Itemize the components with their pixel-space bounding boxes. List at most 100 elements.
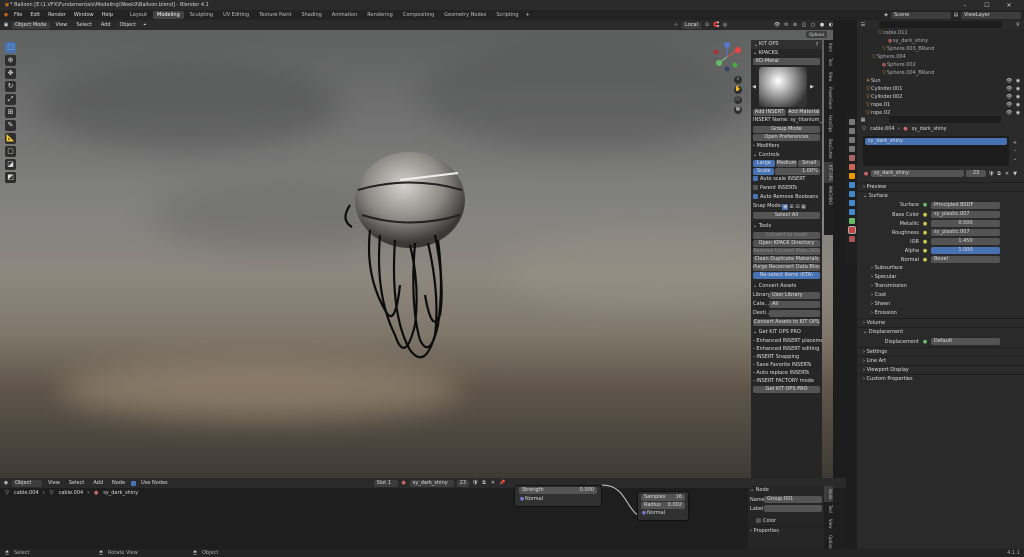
library-dropdown[interactable]: User Library: [769, 292, 820, 299]
help-icon[interactable]: ?: [814, 42, 820, 48]
eye-icon[interactable]: 👁: [1006, 78, 1012, 84]
snap-grid-icon[interactable]: ▦: [800, 204, 806, 210]
slot-dropdown[interactable]: Slot 1: [373, 479, 398, 487]
options-dropdown[interactable]: Options: [806, 31, 828, 38]
shader-field-value[interactable]: sy_plastic.007: [931, 229, 1000, 236]
unlink-icon[interactable]: ✕: [1004, 171, 1010, 177]
viewport-menu-select[interactable]: Select: [73, 21, 94, 29]
node-material-field[interactable]: sy_dark_shiny: [409, 479, 454, 487]
tab-animation[interactable]: Animation: [328, 11, 362, 19]
outliner-row[interactable]: ▽ Sphere.003_BRand: [857, 45, 1024, 53]
zoom-icon[interactable]: ⌕: [734, 76, 742, 84]
outliner-editor-icon[interactable]: ☰: [860, 22, 866, 28]
socket-icon[interactable]: ●: [922, 230, 928, 236]
measure-tool-icon[interactable]: 📐: [5, 133, 16, 144]
filter-icon[interactable]: ▼: [1012, 171, 1018, 177]
node-color-section[interactable]: Color: [748, 517, 824, 526]
output-tab-icon[interactable]: [848, 137, 855, 143]
gizmo-icon[interactable]: ⌖: [142, 22, 148, 28]
material-slot-item[interactable]: sy_dark_shiny: [865, 138, 1007, 145]
add-cube-tool-icon[interactable]: ▢: [5, 146, 16, 157]
texture-tab-icon[interactable]: [848, 236, 855, 242]
blender-menu-icon[interactable]: ◉: [3, 12, 9, 18]
node-users-count[interactable]: 23: [456, 479, 470, 487]
maximize-button[interactable]: ☐: [976, 2, 998, 9]
duplicate-icon[interactable]: ⧉: [481, 480, 487, 486]
modifiers-section[interactable]: › Modifiers: [751, 142, 822, 151]
checkbox-icon[interactable]: [753, 194, 758, 199]
material-tab-icon[interactable]: [847, 226, 856, 234]
shader-editor[interactable]: ◉ Object View Select Add Node Use Nodes …: [0, 478, 846, 550]
tab-scripting[interactable]: Scripting: [492, 11, 522, 19]
modifier-tab-icon[interactable]: [848, 182, 855, 188]
bevel-node[interactable]: Samples 16 Radius 0.002 ● Normal: [637, 491, 689, 521]
menu-help[interactable]: Help: [99, 11, 116, 19]
clean-duplicate-materials-button[interactable]: Clean Duplicate Materials: [753, 256, 820, 263]
gizmos-toggle-icon[interactable]: ⟲: [783, 22, 789, 28]
physics-tab-icon[interactable]: [848, 200, 855, 206]
category-dropdown[interactable]: All: [769, 301, 820, 308]
menu-render[interactable]: Render: [45, 11, 69, 19]
eye-icon[interactable]: 👁: [1006, 94, 1012, 100]
destination-field[interactable]: [769, 310, 820, 317]
open-kpack-directory-button[interactable]: Open KPACK Directory: [753, 240, 820, 247]
proportional-icon[interactable]: ◎: [722, 22, 728, 28]
sidebar-tab-hardops[interactable]: HardOps: [824, 112, 833, 135]
outliner-search-input[interactable]: [879, 21, 1002, 28]
sidebar-tab-boxcutter[interactable]: BoxCutter: [824, 136, 833, 162]
cursor-tool-icon[interactable]: ⊕: [5, 55, 16, 66]
socket-icon[interactable]: ●: [922, 239, 928, 245]
use-nodes-checkbox[interactable]: [131, 480, 137, 486]
displacement-section[interactable]: ⌄ Displacement: [857, 327, 1024, 336]
bump-node[interactable]: Strength 0.000 ● Normal: [514, 485, 602, 507]
add-slot-icon[interactable]: +: [1012, 140, 1018, 146]
tool-tab-icon[interactable]: [848, 119, 855, 125]
open-preferences-button[interactable]: Open Preferences: [753, 134, 820, 141]
tab-layout[interactable]: Layout: [126, 11, 151, 19]
convert-assets-button[interactable]: Convert Assets to KIT OPS: [753, 319, 820, 326]
annotate-tool-icon[interactable]: ✎: [5, 120, 16, 131]
checkbox-icon[interactable]: [753, 185, 758, 190]
world-tab-icon[interactable]: [848, 164, 855, 170]
camera-restrict-icon[interactable]: ◉: [1015, 102, 1021, 108]
get-kitops-pro-button[interactable]: Get KIT OPS PRO: [753, 386, 820, 393]
preview-section[interactable]: › Preview: [857, 182, 1024, 191]
duplicate-icon[interactable]: ⧉: [996, 171, 1002, 177]
add-insert-button[interactable]: Add INSERT: [753, 109, 786, 116]
shader-subsection[interactable]: › Subsurface: [857, 264, 1024, 273]
fake-user-icon[interactable]: 🛡: [472, 480, 478, 486]
checkbox-icon[interactable]: [753, 176, 758, 181]
material-name-field[interactable]: sy_dark_shiny: [871, 170, 964, 177]
group-mode-button[interactable]: Group Mode: [753, 126, 820, 133]
minimize-button[interactable]: –: [954, 2, 976, 9]
pan-hand-icon[interactable]: ✋: [734, 86, 742, 94]
bump-strength-field[interactable]: Strength 0.000: [519, 487, 597, 494]
mode-dropdown[interactable]: Object Mode: [12, 21, 50, 29]
xray-icon[interactable]: ◫: [801, 22, 807, 28]
bevel-radius-field[interactable]: Radius 0.002: [641, 502, 685, 509]
object-type-dropdown[interactable]: Object: [12, 479, 42, 487]
node-tab-tool[interactable]: Tool: [824, 502, 833, 516]
viewport-menu-object[interactable]: Object: [117, 21, 139, 29]
overlays-icon[interactable]: ⊚: [792, 22, 798, 28]
tab-texture-paint[interactable]: Texture Paint: [255, 11, 295, 19]
shader-subsection[interactable]: › Transmission: [857, 282, 1024, 291]
tab-rendering[interactable]: Rendering: [363, 11, 397, 19]
viewport-menu-add[interactable]: Add: [98, 21, 114, 29]
tab-modeling[interactable]: Modeling: [153, 11, 184, 19]
color-checkbox[interactable]: [756, 518, 761, 523]
menu-window[interactable]: Window: [71, 11, 97, 19]
scale-medium-tab[interactable]: Medium: [775, 160, 798, 167]
extra-tool-2-icon[interactable]: ◩: [5, 172, 16, 183]
socket-icon[interactable]: ●: [922, 221, 928, 227]
eye-icon[interactable]: 👁: [1006, 102, 1012, 108]
displacement-field[interactable]: Default: [931, 338, 1000, 345]
transform-tool-icon[interactable]: ⊞: [5, 107, 16, 118]
convert-assets-section[interactable]: ⌄ Convert Assets: [751, 282, 822, 291]
remove-unused-mats-button[interactable]: Remove Unused Mats (KO): [753, 248, 820, 255]
unlink-icon[interactable]: ✕: [490, 480, 496, 486]
add-workspace-icon[interactable]: +: [525, 12, 531, 18]
tools-section[interactable]: ⌄ Tools: [751, 222, 822, 231]
view-layer-selector[interactable]: ViewLayer: [961, 11, 1021, 19]
move-tool-icon[interactable]: ✥: [5, 68, 16, 79]
